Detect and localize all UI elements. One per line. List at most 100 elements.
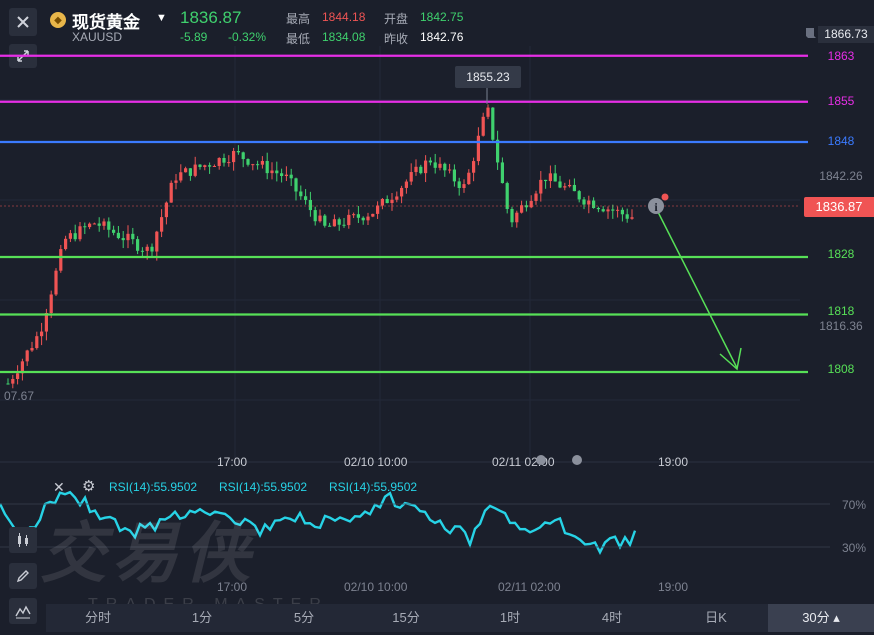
candle-body bbox=[620, 209, 624, 215]
bell-icon[interactable] bbox=[806, 28, 816, 38]
candle-body bbox=[212, 165, 216, 167]
candle-body bbox=[577, 191, 581, 200]
candle-body bbox=[544, 179, 548, 182]
candle-body bbox=[390, 199, 394, 204]
candle-body bbox=[68, 233, 72, 239]
draw-tool-button[interactable] bbox=[9, 563, 37, 589]
candle-body bbox=[284, 174, 288, 177]
candle-body bbox=[97, 223, 101, 226]
tab-4hour[interactable]: 4时 bbox=[580, 604, 644, 632]
candle-body bbox=[563, 186, 567, 188]
candle-body bbox=[92, 223, 96, 225]
candle-body bbox=[337, 219, 341, 225]
candle-body bbox=[572, 184, 576, 192]
candle-body bbox=[275, 170, 279, 174]
level-tag-1863[interactable]: 1863 bbox=[808, 48, 874, 65]
candle-body bbox=[630, 217, 634, 219]
candle-icon bbox=[18, 533, 28, 547]
candle-body bbox=[40, 331, 44, 337]
candle-body bbox=[198, 164, 202, 167]
candle-body bbox=[222, 157, 226, 163]
candle-body bbox=[145, 246, 149, 251]
candle-body bbox=[404, 181, 408, 188]
candle-body bbox=[78, 226, 82, 240]
candle-body bbox=[611, 209, 615, 211]
rsi-level-30: 30% bbox=[842, 541, 867, 555]
scroll-handle-right[interactable] bbox=[572, 455, 582, 465]
axis-left-clip: 07.67 bbox=[4, 389, 35, 403]
tab-5min[interactable]: 5分 bbox=[272, 604, 336, 632]
forecast-arrow bbox=[656, 209, 742, 371]
candle-body bbox=[131, 233, 135, 240]
level-lines bbox=[0, 54, 808, 374]
candle-body bbox=[49, 294, 53, 313]
indicator-button[interactable] bbox=[9, 598, 37, 624]
candle-body bbox=[419, 166, 423, 174]
tab-1min[interactable]: 1分 bbox=[170, 604, 234, 632]
candle-body bbox=[35, 336, 39, 349]
candle-body bbox=[356, 214, 360, 218]
candle-body bbox=[520, 205, 524, 213]
candle-type-button[interactable] bbox=[9, 527, 37, 553]
rsi-close-icon[interactable]: ✕ bbox=[53, 479, 65, 496]
candle-body bbox=[395, 196, 399, 200]
tab-daily[interactable]: 日K bbox=[684, 604, 748, 632]
candle-body bbox=[529, 200, 533, 208]
candle-body bbox=[44, 312, 48, 332]
candle-body bbox=[30, 348, 34, 351]
chart-grid bbox=[0, 46, 800, 460]
candle-body bbox=[582, 199, 586, 205]
candle-body bbox=[332, 219, 336, 227]
candle-body bbox=[505, 183, 509, 209]
candle-body bbox=[328, 225, 332, 227]
candle-body bbox=[73, 233, 77, 240]
candle-body bbox=[203, 165, 207, 167]
candle-body bbox=[476, 135, 480, 162]
candle-body bbox=[150, 246, 154, 252]
level-tag-1828[interactable]: 1828 bbox=[808, 246, 874, 263]
candle-body bbox=[352, 214, 356, 216]
candle-body bbox=[59, 249, 63, 271]
candle-body bbox=[126, 233, 130, 241]
level-tag-1848[interactable]: 1848 bbox=[808, 133, 874, 150]
tab-1hour[interactable]: 1时 bbox=[478, 604, 542, 632]
candle-body bbox=[467, 172, 471, 185]
candle-body bbox=[107, 221, 111, 230]
tab-timeshare[interactable]: 分时 bbox=[66, 604, 130, 632]
rsi-settings-icon[interactable]: ⚙ bbox=[82, 477, 95, 495]
candle-body bbox=[280, 173, 284, 177]
candle-body bbox=[457, 181, 461, 188]
time-label-1: 17:00 bbox=[217, 455, 248, 469]
candle-body bbox=[169, 182, 173, 203]
candle-body bbox=[452, 169, 456, 182]
candle-body bbox=[409, 172, 413, 182]
candle-body bbox=[25, 350, 29, 362]
candle-body bbox=[534, 193, 538, 201]
candle-body bbox=[481, 116, 485, 136]
scroll-handle-left[interactable] bbox=[536, 455, 546, 465]
candle-body bbox=[112, 229, 116, 233]
level-tag-1808[interactable]: 1808 bbox=[808, 361, 874, 378]
watermark-logo: 交易侠 bbox=[40, 516, 256, 590]
level-tag-1855[interactable]: 1855 bbox=[808, 93, 874, 110]
candle-body bbox=[251, 164, 255, 166]
axis-top-value: 1866.73 bbox=[818, 26, 874, 43]
candle-body bbox=[54, 270, 58, 295]
candle-body bbox=[121, 238, 125, 241]
candle-body bbox=[496, 139, 500, 163]
candle-body bbox=[270, 170, 274, 174]
candle-body bbox=[217, 157, 221, 166]
sub-time-label-3: 02/11 02:00 bbox=[498, 580, 561, 594]
current-price-tag: 1836.87 bbox=[804, 197, 874, 217]
candle-body bbox=[414, 166, 418, 173]
axis-mid-value: 1842.26 bbox=[808, 168, 874, 185]
candle-body bbox=[361, 217, 365, 221]
candle-body bbox=[472, 161, 476, 173]
candle-body bbox=[366, 216, 370, 221]
candle-body bbox=[371, 213, 375, 217]
level-tag-1818[interactable]: 1818 bbox=[808, 303, 874, 320]
tab-30min[interactable]: 30分 ▴ bbox=[768, 604, 874, 632]
tab-15min[interactable]: 15分 bbox=[374, 604, 438, 632]
candle-body bbox=[160, 217, 164, 232]
candle-body bbox=[246, 159, 250, 165]
